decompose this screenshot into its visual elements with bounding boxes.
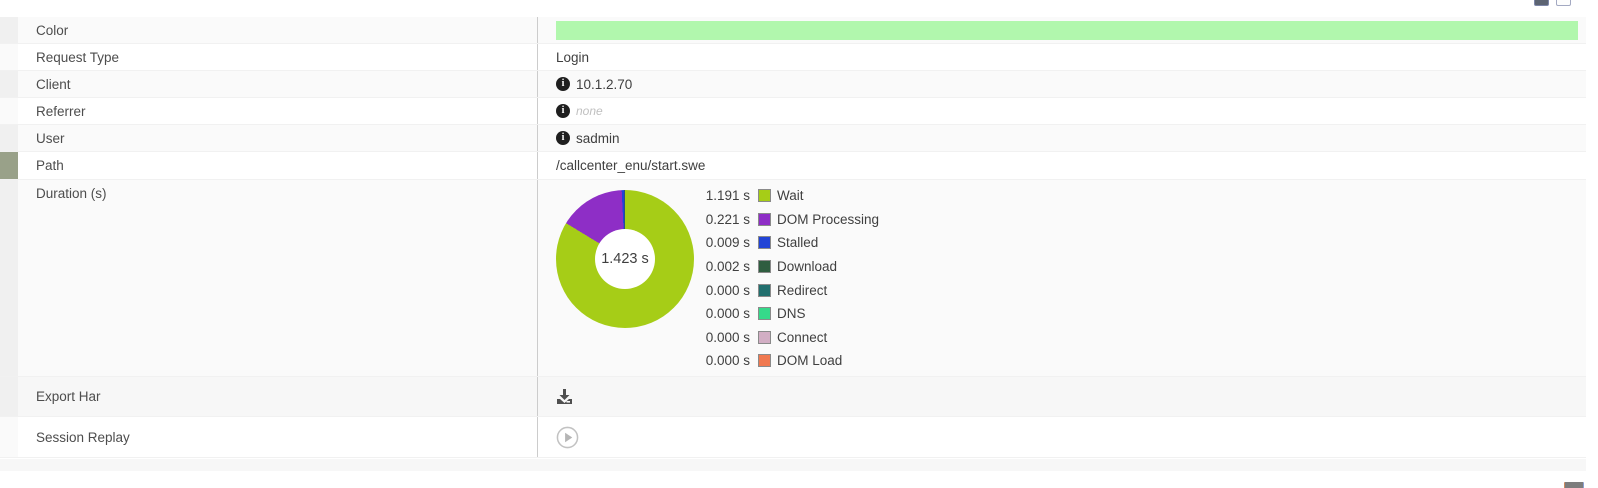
client-value: 10.1.2.70 xyxy=(576,77,632,92)
legend-item: 0.221 s DOM Processing xyxy=(704,208,879,232)
row-label: Client xyxy=(18,77,537,92)
legend-value: 0.000 s xyxy=(704,283,750,298)
row-value: i sadmin xyxy=(537,125,1586,151)
row-label: Referrer xyxy=(18,104,537,119)
legend-label: Stalled xyxy=(777,235,818,250)
table-row-path: Path /callcenter_enu/start.swe xyxy=(0,152,1586,180)
legend-value: 0.221 s xyxy=(704,212,750,227)
row-value: 1.423 s 1.191 s Wait 0.221 s DOM Process… xyxy=(537,180,1586,376)
table-row-request-type: Request Type Login xyxy=(0,44,1586,71)
legend-swatch xyxy=(758,213,771,226)
legend-swatch xyxy=(758,354,771,367)
row-label: Color xyxy=(18,23,537,38)
row-indicator xyxy=(0,17,18,43)
legend-label: Wait xyxy=(777,188,804,203)
legend-item: 0.000 s DNS xyxy=(704,302,879,326)
bottom-right-icon[interactable] xyxy=(1564,482,1584,488)
duration-legend: 1.191 s Wait 0.221 s DOM Processing 0.00… xyxy=(704,184,879,373)
row-indicator xyxy=(0,180,18,376)
session-replay-play-icon[interactable] xyxy=(556,426,579,449)
path-value: /callcenter_enu/start.swe xyxy=(556,158,705,173)
legend-value: 0.002 s xyxy=(704,259,750,274)
table-row-duration: Duration (s) 1.423 s 1.191 s Wait 0.221 … xyxy=(0,180,1586,377)
info-icon[interactable]: i xyxy=(556,77,570,91)
export-frame-icon[interactable] xyxy=(1556,0,1571,6)
info-icon[interactable]: i xyxy=(556,131,570,145)
table-row-referrer: Referrer i none xyxy=(0,98,1586,125)
table-row-user: User i sadmin xyxy=(0,125,1586,152)
legend-value: 0.009 s xyxy=(704,235,750,250)
legend-item: 1.191 s Wait xyxy=(704,184,879,208)
row-value xyxy=(537,377,1586,416)
top-toolbar xyxy=(1534,0,1571,6)
user-value: sadmin xyxy=(576,131,620,146)
legend-value: 0.000 s xyxy=(704,353,750,368)
row-indicator xyxy=(0,417,18,457)
row-label: User xyxy=(18,131,537,146)
legend-label: Connect xyxy=(777,330,827,345)
table-row-client: Client i 10.1.2.70 xyxy=(0,71,1586,98)
legend-label: DOM Load xyxy=(777,353,842,368)
row-label: Export Har xyxy=(18,389,537,404)
legend-value: 1.191 s xyxy=(704,188,750,203)
legend-swatch xyxy=(758,307,771,320)
row-indicator xyxy=(0,98,18,124)
row-value: /callcenter_enu/start.swe xyxy=(537,152,1586,179)
table-row-session-replay: Session Replay xyxy=(0,417,1586,458)
row-label: Path xyxy=(18,158,537,173)
table-row-export-har: Export Har xyxy=(0,377,1586,417)
row-value: i none xyxy=(537,98,1586,124)
request-detail-table: Color Request Type Login Client i 10.1.2… xyxy=(0,17,1586,458)
duration-donut: 1.423 s xyxy=(556,190,694,328)
legend-item: 0.009 s Stalled xyxy=(704,231,879,255)
donut-center-label: 1.423 s xyxy=(595,229,655,289)
color-value-bar xyxy=(556,21,1578,40)
row-indicator xyxy=(0,125,18,151)
table-row-color: Color xyxy=(0,17,1586,44)
legend-label: Redirect xyxy=(777,283,827,298)
path-color-indicator xyxy=(0,152,18,179)
referrer-value: none xyxy=(576,104,603,118)
legend-item: 0.002 s Download xyxy=(704,255,879,279)
row-value: Login xyxy=(537,44,1586,70)
legend-swatch xyxy=(758,236,771,249)
legend-swatch xyxy=(758,189,771,202)
request-detail-panel: Color Request Type Login Client i 10.1.2… xyxy=(0,0,1598,488)
legend-swatch xyxy=(758,260,771,273)
row-value: i 10.1.2.70 xyxy=(537,71,1586,97)
row-value xyxy=(537,17,1586,43)
export-image-icon[interactable] xyxy=(1534,0,1549,6)
legend-label: DOM Processing xyxy=(777,212,879,227)
info-icon[interactable]: i xyxy=(556,104,570,118)
download-har-icon[interactable] xyxy=(556,388,573,405)
legend-value: 0.000 s xyxy=(704,306,750,321)
legend-label: Download xyxy=(777,259,837,274)
row-indicator xyxy=(0,44,18,70)
legend-item: 0.000 s Redirect xyxy=(704,278,879,302)
row-value xyxy=(537,417,1586,457)
legend-swatch xyxy=(758,331,771,344)
legend-value: 0.000 s xyxy=(704,330,750,345)
row-indicator xyxy=(0,71,18,97)
row-label: Duration (s) xyxy=(18,180,537,201)
legend-item: 0.000 s Connect xyxy=(704,326,879,350)
legend-swatch xyxy=(758,284,771,297)
duration-chart: 1.423 s 1.191 s Wait 0.221 s DOM Process… xyxy=(556,186,879,373)
row-label: Request Type xyxy=(18,50,537,65)
legend-label: DNS xyxy=(777,306,806,321)
footer-divider-strip xyxy=(0,459,1586,471)
request-type-value: Login xyxy=(556,50,589,65)
row-label: Session Replay xyxy=(18,430,537,445)
row-indicator xyxy=(0,377,18,416)
legend-item: 0.000 s DOM Load xyxy=(704,349,879,373)
